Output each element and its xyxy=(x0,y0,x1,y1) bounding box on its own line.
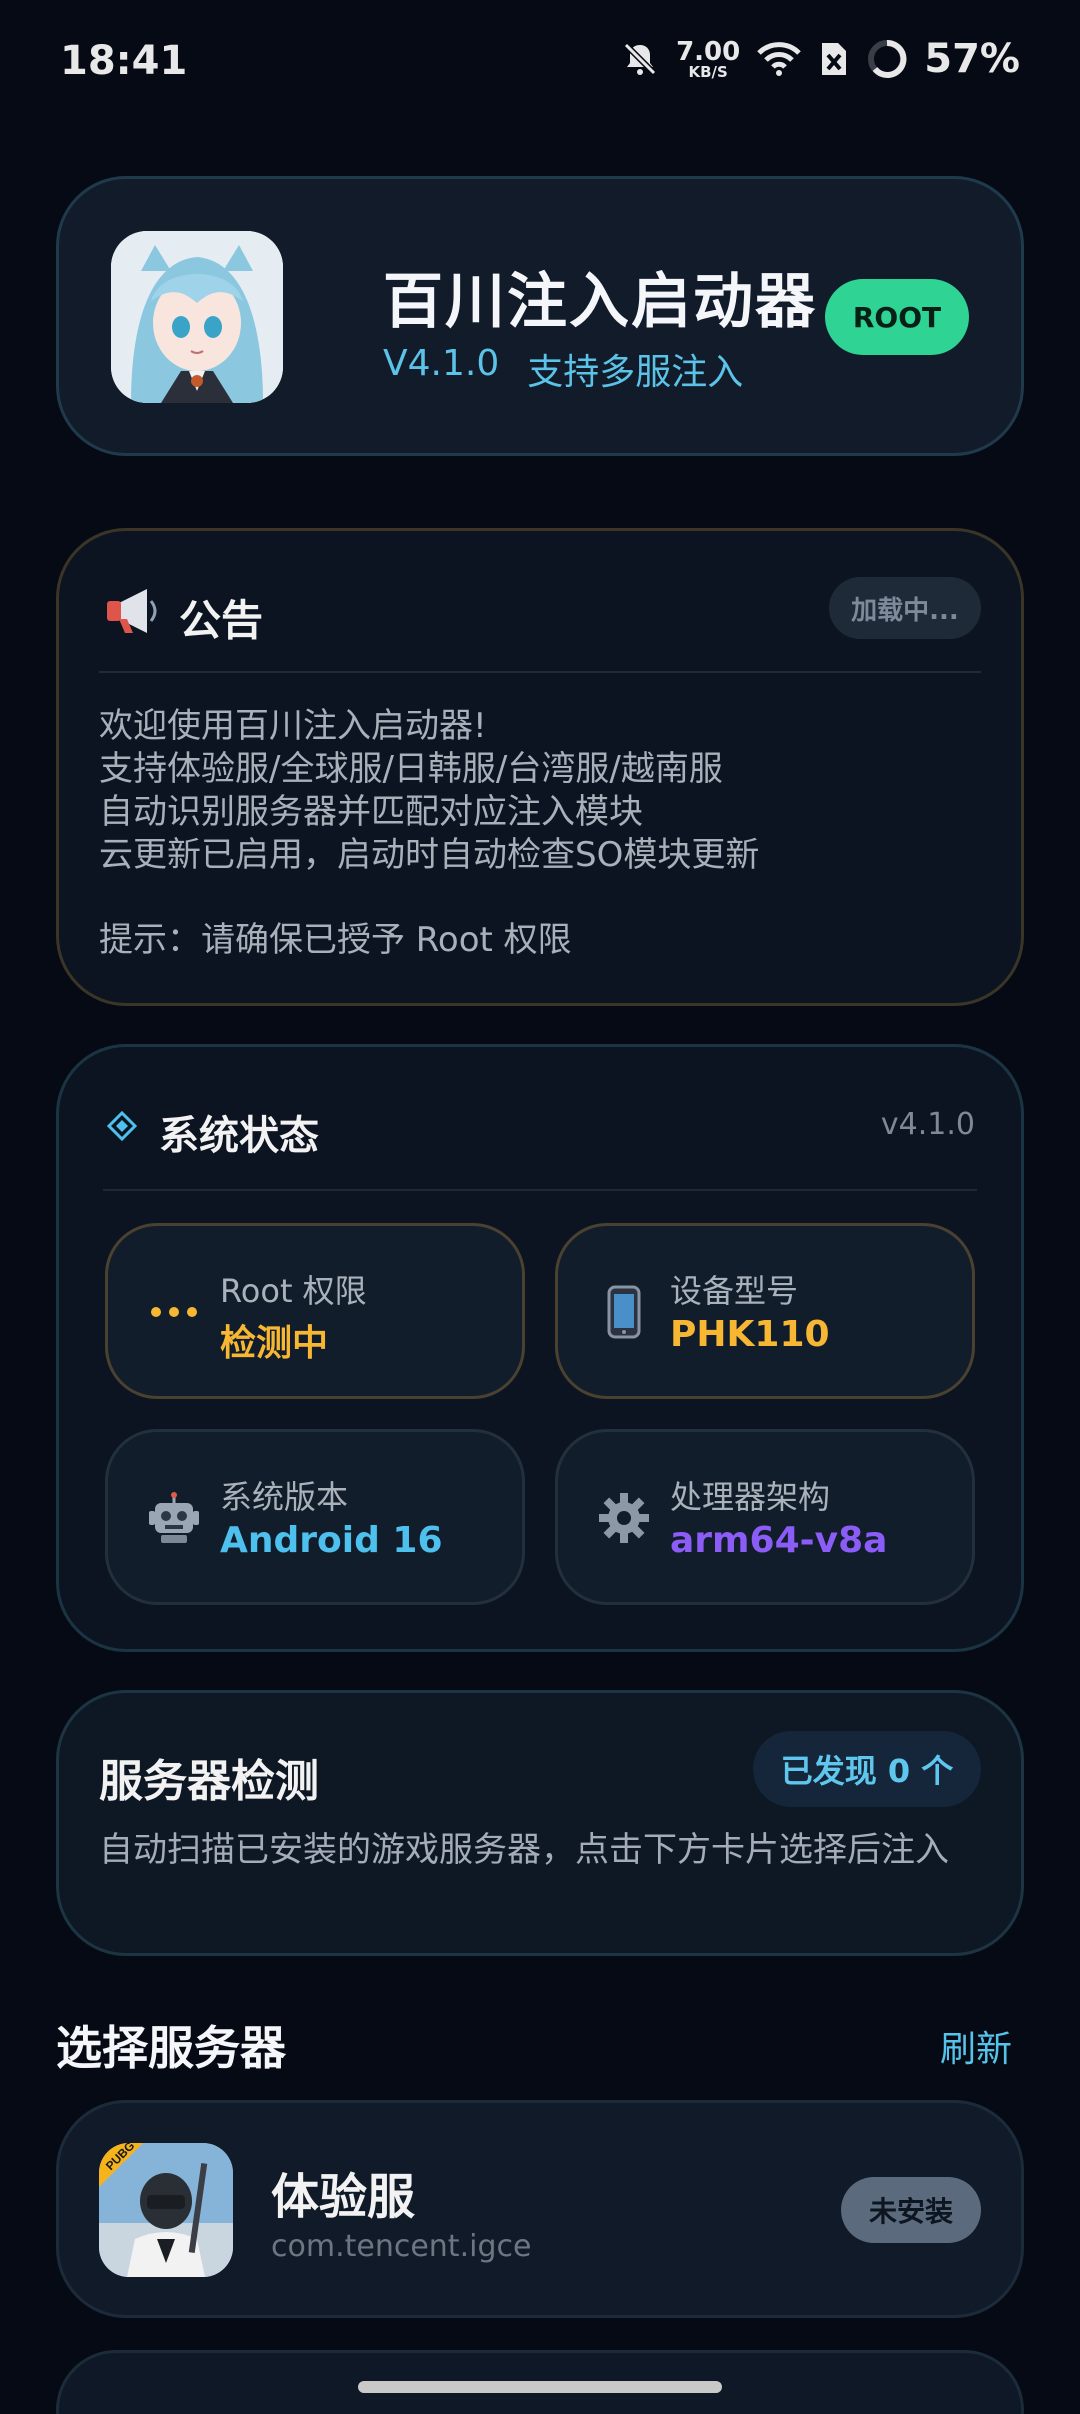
server-detect-description: 自动扫描已安装的游戏服务器，点击下方卡片选择后注入 xyxy=(99,1830,949,1870)
divider xyxy=(103,1189,977,1191)
network-speed: 7.00 KB/S xyxy=(676,39,740,80)
tile-label: 设备型号 xyxy=(670,1272,799,1310)
app-version: V4.1.0 xyxy=(383,343,500,384)
select-server-title: 选择服务器 xyxy=(56,2021,286,2075)
server-detect-title: 服务器检测 xyxy=(99,1756,319,1807)
system-status-version: v4.1.0 xyxy=(880,1107,975,1142)
network-speed-unit: KB/S xyxy=(688,62,728,81)
tile-label: 系统版本 xyxy=(220,1478,349,1516)
megaphone-icon xyxy=(107,589,157,633)
install-status-badge: 未安装 xyxy=(841,2177,981,2243)
divider xyxy=(99,671,981,673)
mute-bell-icon xyxy=(623,42,657,76)
ellipsis-icon xyxy=(144,1282,204,1342)
no-sim-icon xyxy=(822,43,847,75)
server-item-card[interactable]: PUBG 体验服 com.tencent.igce 未安装 xyxy=(56,2100,1024,2318)
app-title: 百川注入启动器 xyxy=(383,267,817,337)
tile-value: Android 16 xyxy=(220,1520,443,1561)
network-speed-value: 7.00 xyxy=(676,36,741,67)
server-detect-card: 服务器检测 已发现 0 个 自动扫描已安装的游戏服务器，点击下方卡片选择后注入 xyxy=(56,1690,1024,1956)
cpu-arch-tile: 处理器架构 arm64-v8a xyxy=(555,1429,975,1605)
tile-label: Root 权限 xyxy=(220,1272,367,1310)
announcement-loading-badge: 加载中... xyxy=(829,577,981,639)
refresh-button[interactable]: 刷新 xyxy=(940,2020,1012,2072)
system-status-card: 系统状态 v4.1.0 Root 权限 检测中 设备型号 PHK110 系统版本… xyxy=(56,1044,1024,1652)
app-subtitle: V4.1.0 支持多服注入 xyxy=(383,343,743,395)
pubg-game-icon: PUBG xyxy=(99,2143,233,2277)
announcement-tip: 提示：请确保已授予 Root 权限 xyxy=(99,920,572,960)
battery-ring-icon xyxy=(868,39,907,78)
app-avatar-icon xyxy=(111,231,283,403)
announcement-line: 支持体验服/全球服/日韩服/台湾服/越南服 xyxy=(99,749,723,789)
app-header-card: 百川注入启动器 V4.1.0 支持多服注入 ROOT xyxy=(56,176,1024,456)
system-status-title: 系统状态 xyxy=(159,1113,319,1159)
status-time: 18:41 xyxy=(60,38,188,84)
battery-percent: 57% xyxy=(924,36,1020,82)
wifi-icon xyxy=(757,42,802,76)
device-model-tile: 设备型号 PHK110 xyxy=(555,1223,975,1399)
diamond-icon xyxy=(107,1111,137,1141)
status-bar: 18:41 7.00 KB/S 57% xyxy=(0,0,1080,130)
status-icons: 7.00 KB/S 57% xyxy=(620,36,1020,82)
tile-value: 检测中 xyxy=(220,1323,329,1364)
tile-label: 处理器架构 xyxy=(670,1478,831,1516)
announcement-body: 欢迎使用百川注入启动器! 支持体验服/全球服/日韩服/台湾服/越南服 自动识别服… xyxy=(99,705,981,962)
system-version-tile: 系统版本 Android 16 xyxy=(105,1429,525,1605)
server-package: com.tencent.igce xyxy=(271,2229,532,2264)
announcement-line: 欢迎使用百川注入启动器! xyxy=(99,706,487,746)
announcement-line: 云更新已启用，启动时自动检查SO模块更新 xyxy=(99,835,760,875)
server-name: 体验服 xyxy=(271,2169,416,2225)
announcement-card: 公告 加载中... 欢迎使用百川注入启动器! 支持体验服/全球服/日韩服/台湾服… xyxy=(56,528,1024,1006)
tile-value: PHK110 xyxy=(670,1314,830,1355)
tile-value: arm64-v8a xyxy=(670,1520,888,1561)
gear-icon xyxy=(594,1488,654,1548)
announcement-line: 自动识别服务器并匹配对应注入模块 xyxy=(99,792,643,832)
phone-icon xyxy=(594,1282,654,1342)
root-badge-button[interactable]: ROOT xyxy=(825,279,969,355)
announcement-title: 公告 xyxy=(179,596,264,645)
home-indicator[interactable] xyxy=(358,2381,722,2393)
app-tagline: 支持多服注入 xyxy=(527,352,744,393)
robot-icon xyxy=(144,1488,204,1548)
root-permission-tile: Root 权限 检测中 xyxy=(105,1223,525,1399)
servers-found-badge: 已发现 0 个 xyxy=(753,1731,981,1807)
